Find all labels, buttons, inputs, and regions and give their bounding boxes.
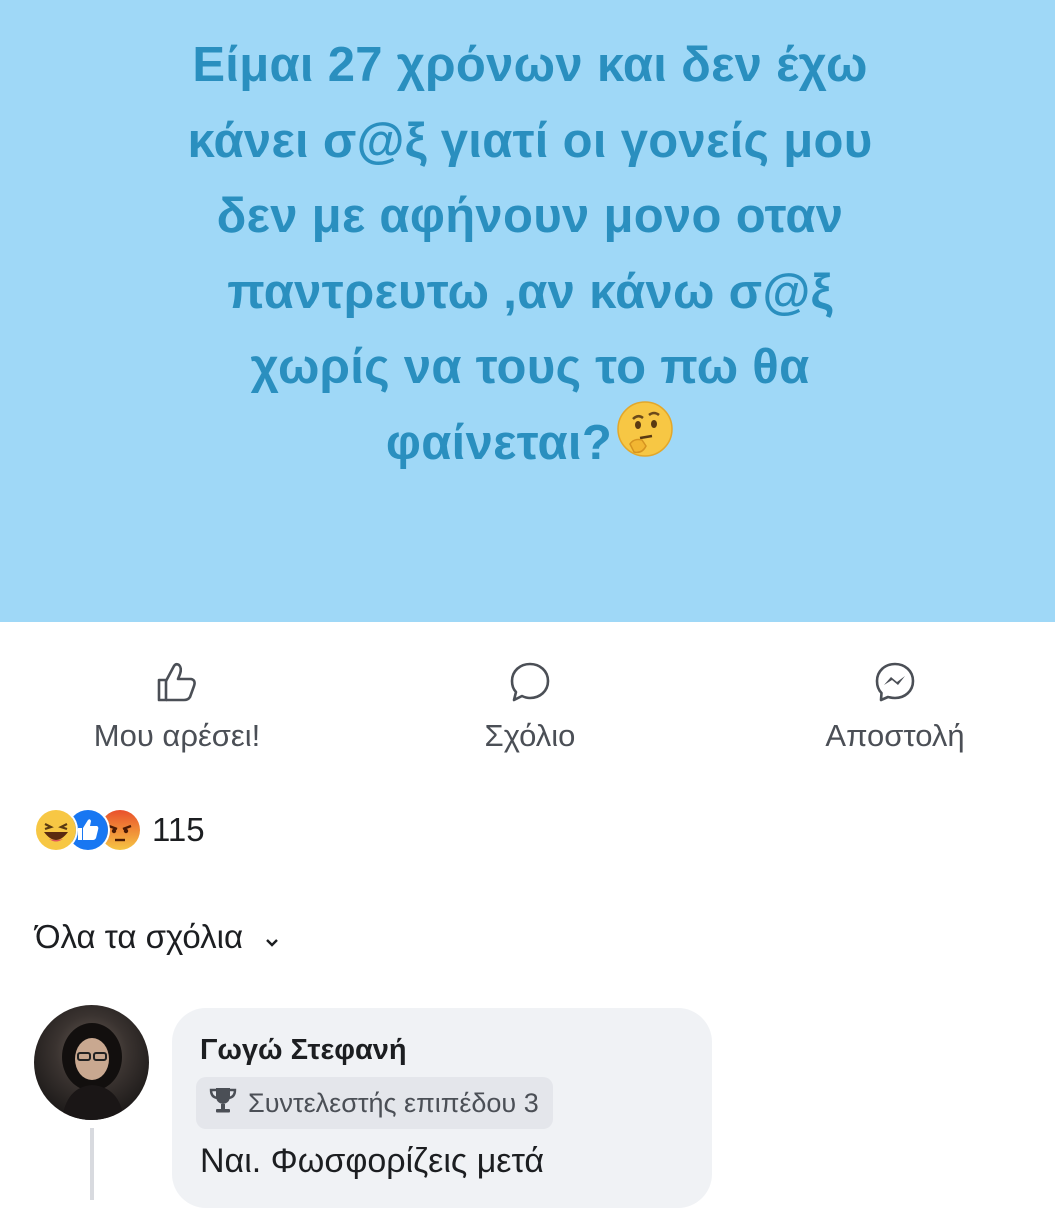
badge-label: Συντελεστής επιπέδου 3 [248, 1087, 539, 1118]
comment-label: Σχόλιο [484, 718, 576, 753]
comments-filter-label: Όλα τα σχόλια [35, 918, 244, 955]
thread-line [90, 1128, 94, 1200]
trophy-icon [208, 1086, 238, 1121]
comment-button[interactable]: Σχόλιο [420, 660, 640, 754]
thinking-face-icon [616, 400, 674, 481]
post-line: κάνει σ@ξ γιατί οι γονείς μου [187, 113, 873, 168]
comment-bubble-icon [420, 660, 640, 712]
laughing-face-icon [34, 808, 78, 852]
post-line: φαίνεται? [385, 415, 613, 470]
send-label: Αποστολή [825, 718, 965, 753]
comment-author[interactable]: Γωγώ Στεφανή [200, 1034, 407, 1067]
like-button[interactable]: Μου αρέσει! [62, 660, 292, 754]
post-text: Είμαι 27 χρόνων και δεν έχω κάνει σ@ξ γι… [60, 28, 1000, 486]
post-line: παντρευτω ,αν κάνω σ@ξ [227, 264, 833, 319]
post-last-line: φαίνεται? [60, 400, 1000, 487]
comments-filter-dropdown[interactable]: Όλα τα σχόλια [35, 918, 279, 956]
contributor-badge: Συντελεστής επιπέδου 3 [196, 1077, 553, 1129]
reactions-summary[interactable]: 115 [34, 805, 205, 855]
messenger-icon [795, 660, 995, 712]
post-line: Είμαι 27 χρόνων και δεν έχω [192, 38, 868, 92]
like-label: Μου αρέσει! [93, 718, 261, 753]
reactions-count: 115 [152, 811, 205, 848]
comment-text: Ναι. Φωσφορίζεις μετά [200, 1142, 545, 1180]
chevron-down-icon [265, 918, 279, 956]
post-actions-bar: Μου αρέσει! Σχόλιο Αποστολή [0, 660, 1055, 770]
post-line: χωρίς να τους το πω θα [250, 340, 810, 394]
thumbs-up-icon [62, 660, 292, 712]
post-line: δεν με αφήνουν μονο οταν [216, 189, 844, 243]
send-button[interactable]: Αποστολή [795, 660, 995, 754]
avatar[interactable] [34, 1005, 149, 1120]
